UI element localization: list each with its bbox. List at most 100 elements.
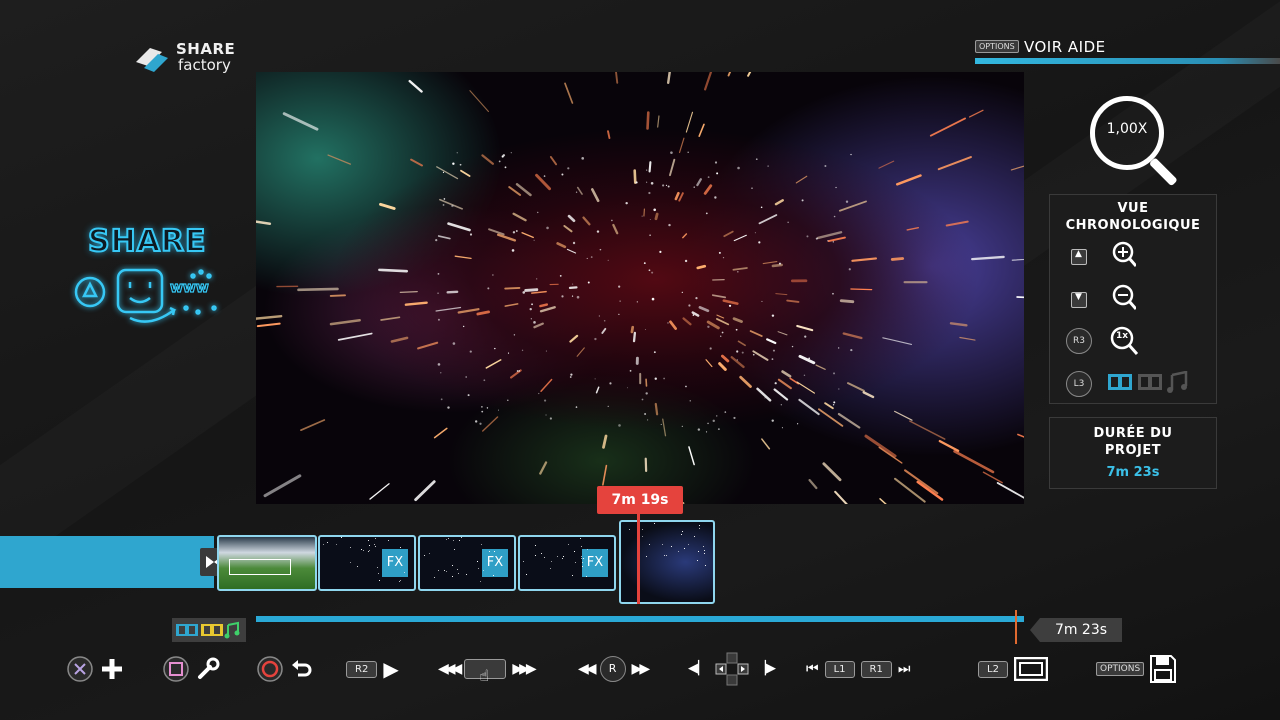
star-dot xyxy=(736,359,739,361)
timeline-clip-fx-2[interactable]: FX xyxy=(418,535,516,591)
wrench-icon xyxy=(198,657,220,679)
clip-star xyxy=(684,548,685,549)
clip-star xyxy=(582,562,583,563)
star-streak xyxy=(938,439,960,452)
timeline-clip-fx-1[interactable]: FX xyxy=(318,535,416,591)
clip-star xyxy=(327,542,328,543)
star-streak xyxy=(766,338,777,345)
star-dot xyxy=(801,199,804,202)
sharefactory-logo-icon xyxy=(136,48,168,72)
scrub-position-marker[interactable] xyxy=(1015,610,1017,644)
star-streak xyxy=(539,306,556,313)
star-streak xyxy=(256,314,283,320)
star-streak xyxy=(654,402,659,416)
control-play[interactable]: R2 ▶ xyxy=(346,654,399,684)
star-dot xyxy=(832,404,835,406)
star-dot xyxy=(754,232,756,234)
star-dot xyxy=(570,373,573,376)
star-streak xyxy=(688,446,695,466)
star-streak xyxy=(549,155,558,166)
star-dot xyxy=(774,382,777,385)
star-streak xyxy=(723,230,734,238)
video-preview[interactable] xyxy=(256,72,1024,504)
control-tools[interactable] xyxy=(162,654,220,684)
clip-star xyxy=(678,551,679,552)
star-dot xyxy=(516,370,519,372)
reset-zoom-icon[interactable]: 1x xyxy=(1110,326,1138,358)
clip-star xyxy=(446,539,447,540)
zoom-in-icon[interactable] xyxy=(1112,241,1136,271)
star-streak xyxy=(682,233,688,239)
timeline-clip-fx-3[interactable]: FX xyxy=(518,535,616,591)
playhead-time[interactable]: 7m 19s xyxy=(597,486,683,514)
star-streak xyxy=(669,320,677,330)
star-dot xyxy=(653,351,656,354)
star-dot xyxy=(518,370,520,372)
control-back[interactable] xyxy=(256,654,314,684)
r3-button[interactable]: R3 xyxy=(1066,328,1092,354)
star-dot xyxy=(646,169,648,171)
star-dot xyxy=(594,337,597,341)
l3-button[interactable]: L3 xyxy=(1066,371,1092,397)
zoom-out-icon[interactable] xyxy=(1112,284,1136,314)
play-icon: ▶ xyxy=(383,657,399,681)
star-streak xyxy=(497,233,517,242)
control-scrub[interactable]: ◀◀◀ ☝ ▶▶▶ xyxy=(438,654,537,685)
clip-star xyxy=(582,566,583,567)
star-streak xyxy=(847,382,865,392)
scrub-bar[interactable] xyxy=(256,616,1024,622)
clip-star xyxy=(350,547,351,548)
star-dot xyxy=(609,382,612,385)
star-streak xyxy=(504,303,519,307)
star-streak xyxy=(669,158,676,177)
clip-star xyxy=(568,544,569,545)
star-dot xyxy=(559,274,562,277)
clip-star xyxy=(369,550,370,551)
control-trim[interactable]: ◀▏ ▕▶ xyxy=(688,652,776,686)
control-add[interactable] xyxy=(66,654,124,684)
star-streak xyxy=(630,325,635,334)
help-header[interactable]: OPTIONS VOIR AIDE xyxy=(975,38,1280,66)
control-skip[interactable]: ⏮ L1 R1 ⏭ xyxy=(806,654,910,684)
fullscreen-icon xyxy=(1013,657,1048,681)
star-streak xyxy=(602,464,608,486)
star-dot xyxy=(530,318,532,320)
star-dot xyxy=(737,166,740,170)
clip-star xyxy=(400,547,401,548)
star-dot xyxy=(654,377,657,380)
plus-icon xyxy=(102,659,122,679)
star-dot xyxy=(641,215,643,217)
clip-star xyxy=(541,553,542,554)
star-dot xyxy=(833,401,836,404)
dpad-down-button[interactable]: ▼ xyxy=(1071,292,1087,308)
share-neon-panel[interactable]: SHARE www xyxy=(68,222,228,342)
star-dot xyxy=(692,314,695,316)
star-streak xyxy=(410,158,424,167)
star-dot xyxy=(603,319,606,322)
clip-star xyxy=(480,581,481,582)
dpad-up-button[interactable]: ▲ xyxy=(1071,249,1087,265)
star-streak xyxy=(1016,296,1024,299)
hand-pointer-icon: ☝ xyxy=(479,666,490,685)
star-dot xyxy=(611,219,613,222)
control-fullscreen[interactable]: L2 xyxy=(978,654,1048,684)
control-frame-step[interactable]: ◀◀ R ▶▶ xyxy=(578,654,650,684)
star-dot xyxy=(668,223,671,227)
star-dot xyxy=(707,176,710,179)
star-streak xyxy=(682,502,685,504)
star-dot xyxy=(665,184,668,186)
timeline-clip-current[interactable] xyxy=(619,520,715,604)
clip-star xyxy=(642,536,643,537)
star-dot xyxy=(494,347,496,350)
star-dot xyxy=(717,428,720,431)
clip-star xyxy=(557,556,558,557)
star-dot xyxy=(561,295,564,298)
timeline-clip-stadium[interactable] xyxy=(217,535,317,591)
track-filter-icons[interactable] xyxy=(1108,371,1190,393)
control-save[interactable]: OPTIONS xyxy=(1096,654,1177,684)
timeline-previous-clips[interactable] xyxy=(0,536,214,588)
playhead-line[interactable] xyxy=(637,514,640,604)
star-streak xyxy=(390,336,409,343)
star-dot xyxy=(481,406,483,408)
star-streak xyxy=(816,231,843,240)
